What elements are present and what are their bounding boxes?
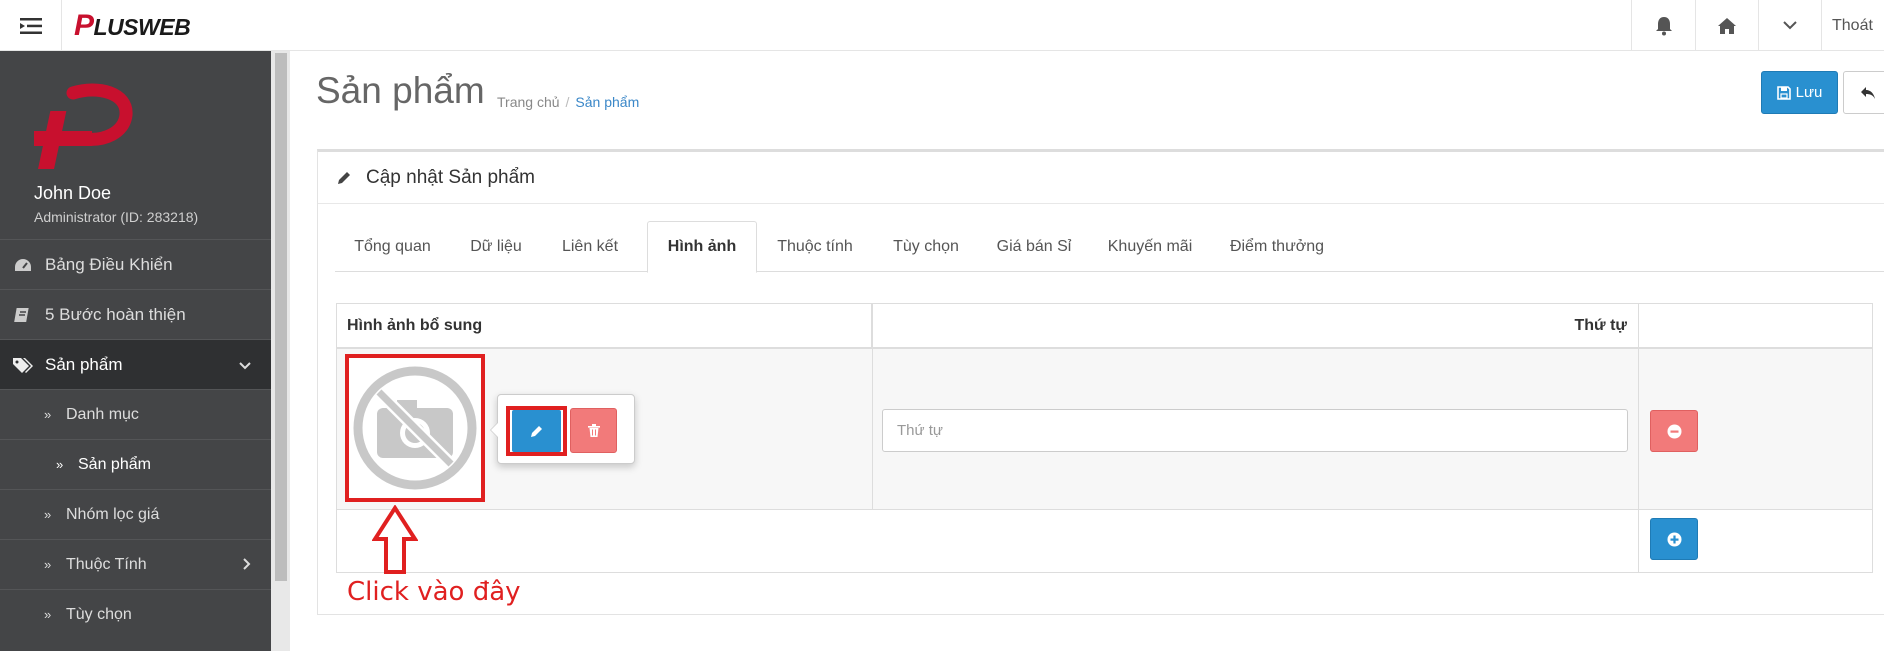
tab-attributes[interactable]: Thuộc tính: [757, 221, 873, 272]
double-chevron-right-icon: »: [44, 407, 52, 422]
edit-image-button[interactable]: [512, 410, 561, 452]
sidebar-item-products-sub[interactable]: » Sản phẩm: [0, 439, 271, 489]
logout-label: Thoát: [1832, 16, 1873, 34]
sidebar-item-price-filter[interactable]: » Nhóm lọc giá: [0, 489, 271, 539]
breadcrumb-current[interactable]: Sản phẩm: [575, 94, 639, 110]
tab-links[interactable]: Liên kết: [542, 221, 638, 272]
sidebar-item-dashboard[interactable]: Bảng Điều Khiển: [0, 239, 271, 289]
breadcrumb-home[interactable]: Trang chủ: [497, 94, 560, 110]
clear-image-button[interactable]: [570, 408, 617, 453]
back-button[interactable]: [1843, 71, 1884, 114]
tab-images[interactable]: Hình ảnh: [647, 221, 757, 273]
sidebar-item-options[interactable]: » Tùy chọn: [0, 589, 271, 639]
user-profile: John Doe Administrator (ID: 283218): [0, 51, 271, 239]
image-thumbnail[interactable]: [345, 354, 485, 502]
tab-wholesale-price[interactable]: Giá bán Sỉ: [979, 221, 1089, 272]
bell-icon: [1655, 16, 1672, 35]
tab-overview[interactable]: Tổng quan: [335, 221, 450, 272]
user-name: John Doe: [34, 183, 112, 203]
column-divider: [1638, 304, 1639, 573]
avatar: [34, 83, 133, 169]
image-popover: [490, 394, 635, 464]
table-row: [337, 349, 1872, 510]
menu-toggle-button[interactable]: [0, 0, 62, 51]
minus-circle-icon: [1667, 424, 1681, 438]
tab-data[interactable]: Dữ liệu: [450, 221, 542, 272]
breadcrumb-separator: /: [565, 94, 570, 110]
panel-heading: Cập nhật Sản phẩm: [318, 152, 1884, 204]
sidebar-item-label: Thuộc Tính: [66, 555, 147, 573]
logo-text: LUSWEB: [93, 14, 191, 40]
remove-image-button[interactable]: [1650, 410, 1698, 452]
dashboard-icon: [0, 257, 45, 273]
sidebar-item-label: Tùy chọn: [66, 605, 132, 623]
tab-reward-points[interactable]: Điểm thưởng: [1211, 221, 1343, 272]
order-input[interactable]: [882, 409, 1628, 452]
home-button[interactable]: [1695, 0, 1758, 51]
sidebar-item-categories[interactable]: » Danh mục: [0, 389, 271, 439]
sidebar-item-products[interactable]: Sản phẩm: [0, 339, 271, 389]
breadcrumb: Trang chủ / Sản phẩm: [497, 94, 639, 110]
book-icon: [0, 306, 45, 324]
annotation-arrow: [372, 505, 418, 574]
double-chevron-right-icon: »: [56, 457, 64, 472]
annotation-text: Click vào đây: [347, 577, 521, 607]
double-chevron-right-icon: »: [44, 607, 52, 622]
chevron-right-icon: [243, 557, 251, 573]
save-label: Lưu: [1795, 84, 1823, 101]
chevron-down-icon: [1783, 21, 1797, 30]
page-title: Sản phẩm: [316, 70, 485, 111]
trash-icon: [587, 424, 600, 437]
sidebar-scrollbar[interactable]: [271, 51, 290, 651]
sidebar-item-label: Danh mục: [66, 405, 139, 423]
notifications-button[interactable]: [1631, 0, 1695, 51]
sidebar-item-label: Sản phẩm: [78, 455, 151, 473]
tags-icon: [0, 356, 45, 374]
images-table: Hình ảnh bổ sung Thứ tự: [336, 303, 1873, 573]
sidebar-item-attributes[interactable]: » Thuộc Tính: [0, 539, 271, 589]
save-icon: [1776, 85, 1791, 100]
save-button[interactable]: Lưu: [1761, 71, 1838, 114]
tab-bar: Tổng quan Dữ liệu Liên kết Hình ảnh Thuộ…: [335, 221, 1884, 273]
pencil-icon: [338, 171, 350, 184]
sidebar: John Doe Administrator (ID: 283218) Bảng…: [0, 51, 271, 651]
reply-icon: [1861, 86, 1875, 99]
sidebar-item-label: 5 Bước hoàn thiện: [45, 304, 186, 324]
chevron-down-icon: [239, 357, 251, 373]
double-chevron-right-icon: »: [44, 507, 52, 522]
panel-title: Cập nhật Sản phẩm: [366, 166, 536, 188]
no-camera-icon: [353, 366, 477, 490]
scrollbar-thumb[interactable]: [275, 53, 287, 581]
column-divider: [872, 304, 873, 510]
menu-icon: [19, 17, 42, 34]
edit-image-highlight: [506, 406, 567, 456]
logo[interactable]: PLUSWEB: [74, 9, 191, 42]
sidebar-item-5-steps[interactable]: 5 Bước hoàn thiện: [0, 289, 271, 339]
sidebar-item-label: Sản phẩm: [45, 354, 123, 374]
plus-circle-icon: [1667, 532, 1681, 546]
logo-letter: P: [74, 9, 94, 42]
column-header-order: Thứ tự: [337, 304, 1638, 349]
user-role: Administrator (ID: 283218): [34, 209, 199, 225]
tab-options[interactable]: Tùy chọn: [873, 221, 979, 272]
double-chevron-right-icon: »: [44, 557, 52, 572]
top-bar: PLUSWEB Thoát: [0, 0, 1884, 51]
pencil-icon: [530, 426, 542, 437]
tab-promotions[interactable]: Khuyến mãi: [1089, 221, 1211, 272]
column-header-actions: [1638, 304, 1873, 349]
sidebar-item-label: Bảng Điều Khiển: [45, 254, 173, 274]
logout-button[interactable]: Thoát: [1821, 0, 1884, 51]
add-image-button[interactable]: [1650, 518, 1698, 560]
home-icon: [1718, 17, 1736, 34]
dropdown-button[interactable]: [1758, 0, 1821, 51]
sidebar-item-label: Nhóm lọc giá: [66, 505, 160, 523]
